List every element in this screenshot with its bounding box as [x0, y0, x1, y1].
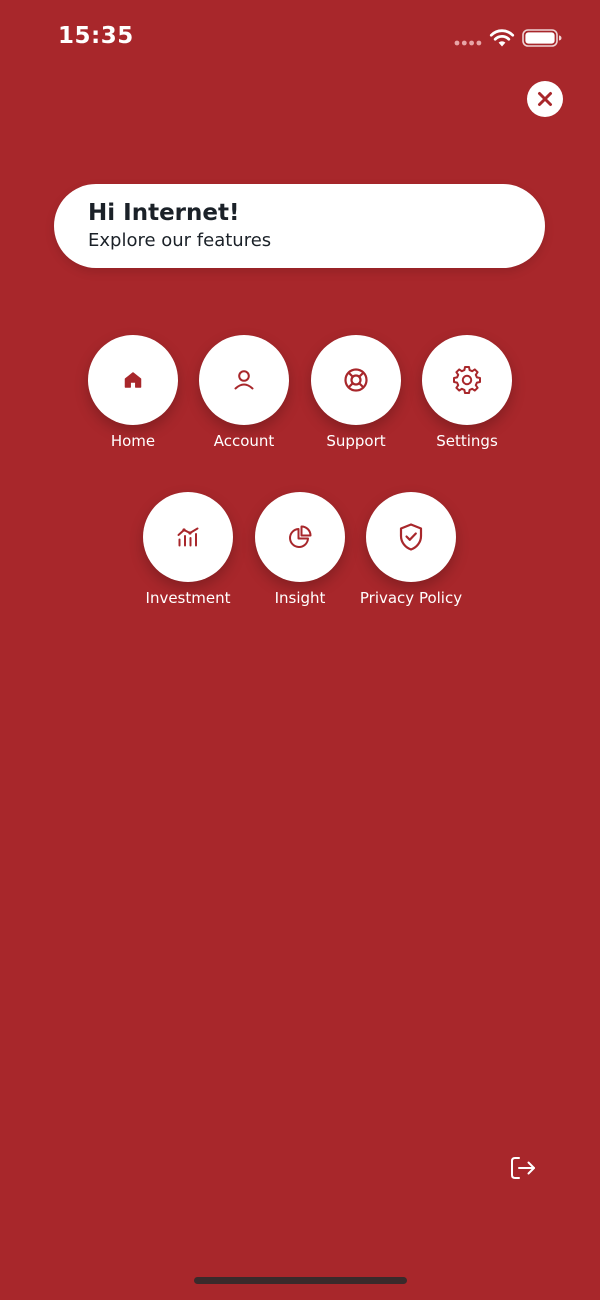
feature-investment-circle[interactable]	[143, 492, 233, 582]
user-icon	[234, 370, 254, 390]
greeting-subtitle: Explore our features	[88, 230, 272, 251]
feature-settings[interactable]: Settings	[407, 335, 527, 465]
feature-account-label: Account	[213, 432, 275, 450]
pie-chart-icon	[289, 525, 312, 548]
feature-support[interactable]: Support	[296, 335, 416, 465]
logout-icon	[511, 1157, 535, 1179]
lifebuoy-icon	[344, 368, 368, 392]
feature-support-circle[interactable]	[311, 335, 401, 425]
status-bar: 15:35	[0, 0, 600, 80]
feature-home-circle[interactable]	[88, 335, 178, 425]
feature-home-label: Home	[110, 432, 156, 450]
feature-settings-circle[interactable]	[422, 335, 512, 425]
feature-privacy-policy-label: Privacy Policy	[359, 589, 463, 607]
feature-privacy-policy-circle[interactable]	[366, 492, 456, 582]
feature-settings-label: Settings	[436, 432, 498, 450]
battery-icon	[522, 29, 562, 47]
feature-home[interactable]: Home	[73, 335, 193, 465]
greeting-card: Hi Internet! Explore our features	[54, 184, 545, 268]
menu-screen: 15:35 Hi Internet! Explore our features	[0, 0, 600, 1300]
status-time: 15:35	[58, 23, 134, 49]
feature-support-label: Support	[326, 432, 386, 450]
gear-icon	[453, 366, 481, 394]
feature-account[interactable]: Account	[184, 335, 304, 465]
logout-button[interactable]	[508, 1153, 538, 1183]
feature-investment-label: Investment	[145, 589, 231, 607]
home-indicator[interactable]	[194, 1277, 407, 1284]
greeting-title: Hi Internet!	[88, 200, 240, 226]
feature-insight-circle[interactable]	[255, 492, 345, 582]
wifi-icon	[489, 29, 515, 47]
close-button[interactable]	[527, 81, 563, 117]
feature-privacy-policy[interactable]: Privacy Policy	[341, 492, 481, 622]
feature-account-circle[interactable]	[199, 335, 289, 425]
feature-investment[interactable]: Investment	[128, 492, 248, 622]
signal-dots-icon	[454, 40, 482, 46]
investment-chart-icon	[177, 527, 199, 547]
close-icon	[538, 92, 552, 106]
shield-check-icon	[399, 523, 423, 551]
home-icon	[124, 372, 142, 388]
